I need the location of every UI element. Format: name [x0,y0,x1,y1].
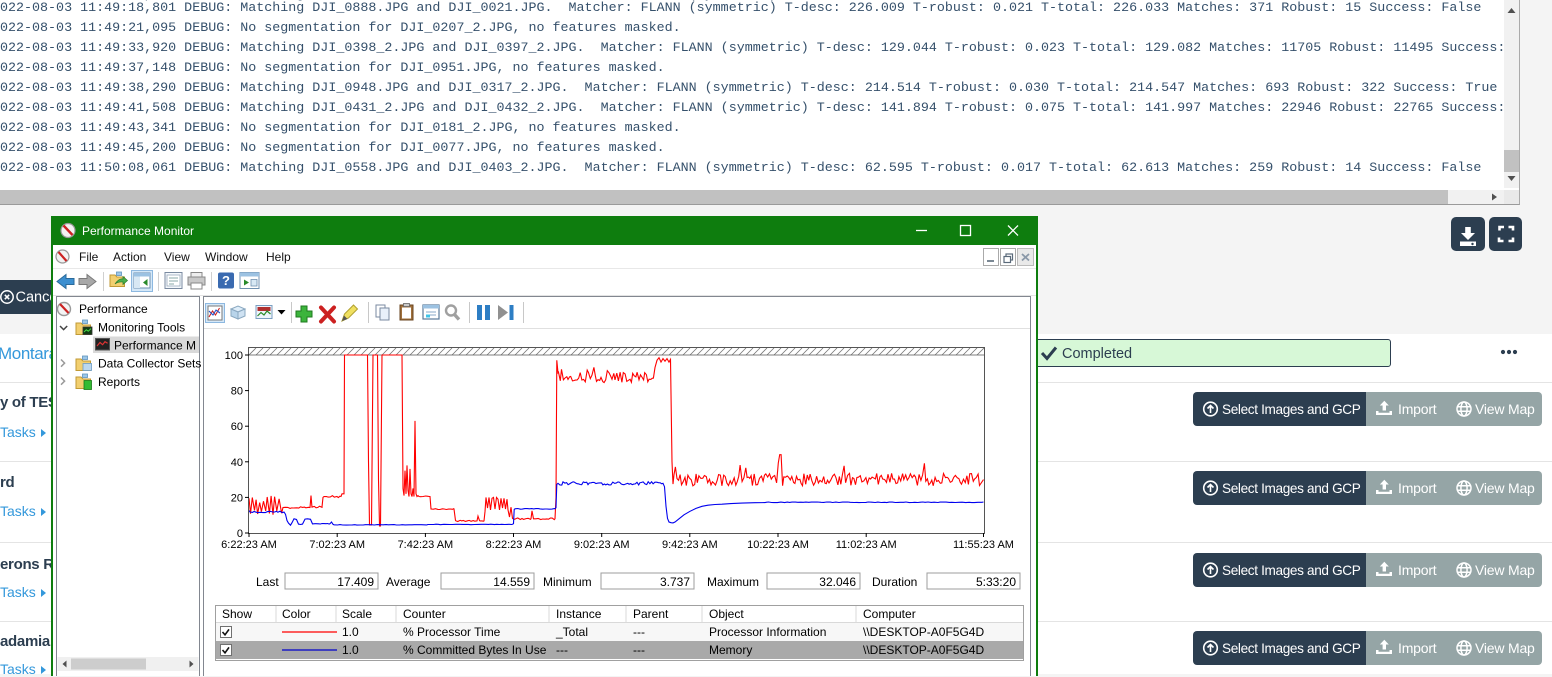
svg-text:% Committed Bytes In Use: % Committed Bytes In Use [403,643,547,657]
svg-text:View: View [164,250,190,264]
svg-text:60: 60 [231,421,243,433]
svg-text:\\DESKTOP-A0F5G4D: \\DESKTOP-A0F5G4D [863,625,984,639]
svg-text:Reports: Reports [98,375,140,389]
svg-text:?: ? [222,273,230,288]
svg-text:Performance Monitor: Performance Monitor [82,224,194,238]
svg-text:Duration: Duration [872,575,917,589]
svg-text:Import: Import [1398,640,1437,656]
svg-text:Select Images and GCP: Select Images and GCP [1222,641,1361,656]
svg-text:Import: Import [1398,562,1437,578]
svg-text:Parent: Parent [633,607,669,621]
svg-text:10:22:23 AM: 10:22:23 AM [747,539,809,551]
svg-text:Action: Action [113,250,146,264]
svg-text:File: File [79,250,99,264]
svg-text:Average: Average [386,575,431,589]
svg-text:Data Collector Sets: Data Collector Sets [98,357,201,371]
svg-text:3.737: 3.737 [660,575,690,589]
svg-text:Counter: Counter [403,607,446,621]
svg-text:Window: Window [205,250,248,264]
svg-text:1.0: 1.0 [342,643,359,657]
svg-text:Select Images and GCP: Select Images and GCP [1222,563,1361,578]
svg-text:Object: Object [709,607,744,621]
svg-text:5:33:20: 5:33:20 [976,575,1016,589]
svg-text:11:02:23 AM: 11:02:23 AM [836,539,897,551]
svg-text:6:22:23 AM: 6:22:23 AM [221,539,277,551]
svg-text:9:42:23 AM: 9:42:23 AM [662,539,718,551]
svg-text:Monitoring Tools: Monitoring Tools [98,321,185,335]
svg-text:7:02:23 AM: 7:02:23 AM [309,539,365,551]
svg-text:\\DESKTOP-A0F5G4D: \\DESKTOP-A0F5G4D [863,643,984,657]
svg-text:Minimum: Minimum [543,575,592,589]
svg-text:17.409: 17.409 [337,575,374,589]
svg-text:Processor Information: Processor Information [709,625,826,639]
svg-text:Select Images and GCP: Select Images and GCP [1222,402,1361,417]
svg-text:Help: Help [266,250,291,264]
svg-text:% Processor Time: % Processor Time [403,625,501,639]
svg-text:View Map: View Map [1475,480,1535,496]
svg-text:Computer: Computer [863,607,916,621]
svg-text:Last: Last [256,575,279,589]
svg-text:Memory: Memory [709,643,752,657]
svg-text:Import: Import [1398,480,1437,496]
svg-text:Completed: Completed [1062,346,1132,362]
svg-text:11:55:23 AM: 11:55:23 AM [953,539,1014,551]
svg-text:32.046: 32.046 [819,575,856,589]
svg-text:1.0: 1.0 [342,625,359,639]
svg-text:14.559: 14.559 [493,575,530,589]
svg-text:80: 80 [231,386,243,398]
svg-text:40: 40 [231,457,243,469]
svg-text:7:42:23 AM: 7:42:23 AM [398,539,454,551]
svg-text:Maximum: Maximum [707,575,759,589]
svg-text:---: --- [633,643,645,657]
svg-text:View Map: View Map [1475,562,1535,578]
svg-text:---: --- [556,643,568,657]
svg-text:Scale: Scale [342,607,372,621]
svg-text:View Map: View Map [1475,401,1535,417]
svg-text:_Total: _Total [555,625,588,639]
svg-text:8:22:23 AM: 8:22:23 AM [486,539,542,551]
svg-text:Show: Show [222,607,252,621]
svg-text:Instance: Instance [556,607,602,621]
svg-text:Import: Import [1398,401,1437,417]
svg-text:Performance: Performance [79,302,148,316]
svg-text:9:02:23 AM: 9:02:23 AM [574,539,630,551]
svg-text:Color: Color [282,607,311,621]
svg-text:100: 100 [225,350,243,362]
svg-text:---: --- [633,625,645,639]
svg-text:Select Images and GCP: Select Images and GCP [1222,481,1361,496]
svg-text:20: 20 [231,492,243,504]
svg-text:View Map: View Map [1475,640,1535,656]
svg-text:Performance M: Performance M [114,339,196,353]
